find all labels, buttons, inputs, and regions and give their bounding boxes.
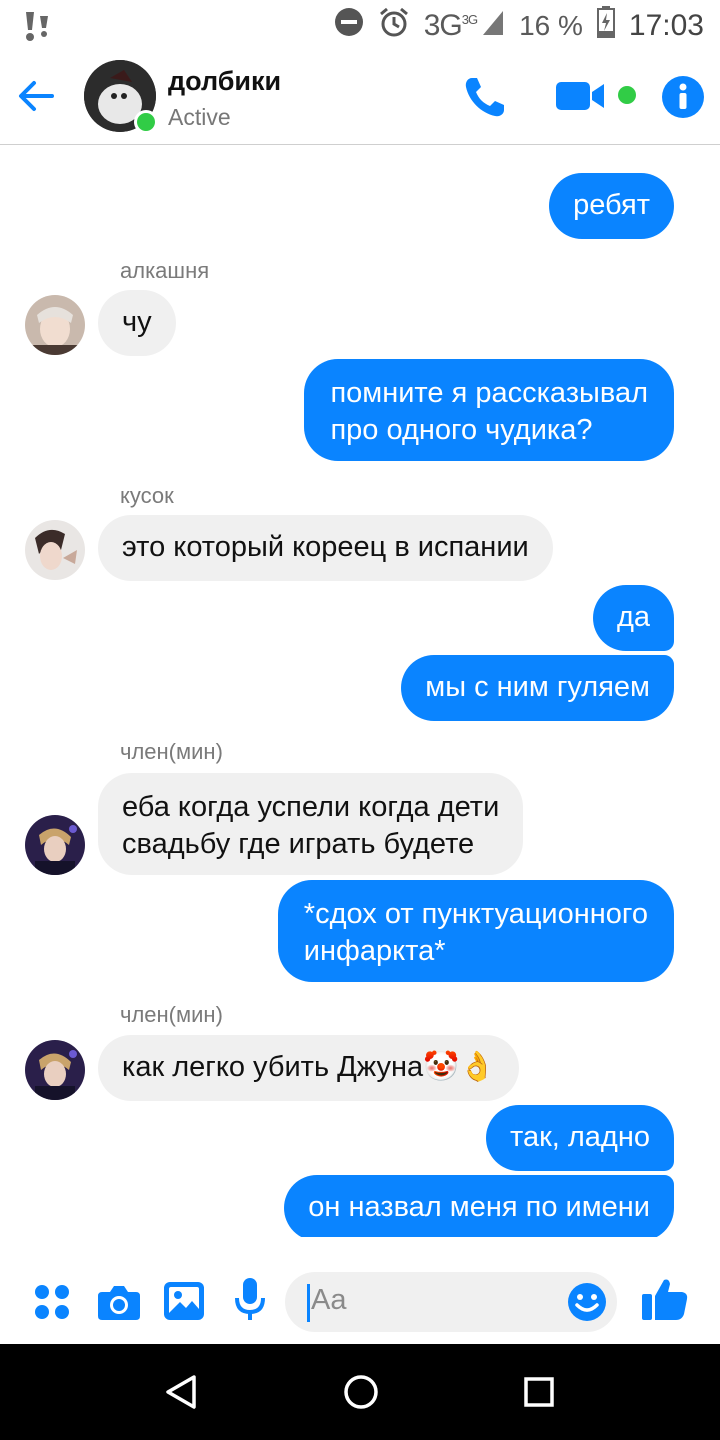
sender-name: алкашня	[120, 258, 210, 283]
gallery-icon[interactable]	[164, 1282, 204, 1325]
network-type: 3G3G	[423, 9, 478, 42]
battery-charging-icon	[596, 6, 615, 46]
phone-icon[interactable]	[462, 74, 508, 125]
conversation-title: долбики	[168, 66, 282, 96]
like-icon[interactable]	[642, 1276, 688, 1327]
do-not-disturb-icon	[334, 7, 364, 45]
incoming-message[interactable]: это который кореец в испании	[98, 515, 553, 581]
home-nav-icon[interactable]	[343, 1374, 379, 1415]
outgoing-message[interactable]: мы с ним гуляем	[401, 655, 674, 721]
outgoing-message[interactable]: так, ладно	[485, 1105, 674, 1171]
sender-name: кусок	[120, 483, 174, 508]
status-bar: 3G3G 16 % 17:03	[0, 0, 720, 52]
camera-icon[interactable]	[98, 1284, 140, 1325]
outgoing-message[interactable]: помните я рассказывал про одного чудика?	[304, 359, 674, 461]
info-icon[interactable]	[662, 76, 704, 123]
back-arrow-icon[interactable]	[16, 76, 56, 116]
alarm-icon	[378, 6, 410, 46]
emoji-icon[interactable]	[567, 1282, 607, 1327]
recents-nav-icon[interactable]	[524, 1377, 554, 1412]
incoming-message[interactable]: еба когда успели когда дети свадьбу где …	[98, 773, 524, 875]
outgoing-message[interactable]: да	[592, 585, 674, 651]
sender-name: член(мин)	[120, 739, 223, 764]
avatar[interactable]	[25, 520, 85, 580]
microphone-icon[interactable]	[234, 1278, 266, 1327]
outgoing-message[interactable]: *сдох от пунктуационного инфаркта*	[277, 880, 674, 982]
ok-hand-emoji: 👌	[459, 1051, 496, 1083]
incoming-message[interactable]: как легко убить Джуна🤡👌	[98, 1035, 520, 1101]
back-nav-icon[interactable]	[164, 1374, 198, 1415]
apps-icon[interactable]	[34, 1284, 70, 1325]
outgoing-message[interactable]: он назвал меня по имени	[284, 1175, 674, 1237]
battery-percent: 16 %	[519, 10, 583, 41]
avatar[interactable]	[25, 815, 85, 875]
outgoing-message[interactable]: ребят	[549, 173, 674, 239]
video-camera-icon[interactable]	[556, 80, 606, 117]
group-avatar[interactable]	[84, 60, 158, 134]
notification-icon	[20, 8, 54, 49]
text-caret	[307, 1284, 310, 1322]
avatar[interactable]	[25, 1040, 85, 1100]
navigation-bar	[0, 1344, 720, 1440]
message-input[interactable]: Aa	[285, 1272, 617, 1332]
incoming-message[interactable]: чу	[98, 290, 176, 356]
online-indicator	[134, 110, 158, 134]
message-input-placeholder: Aa	[311, 1284, 347, 1316]
clown-emoji: 🤡	[423, 1051, 460, 1083]
video-active-dot	[618, 86, 636, 109]
sender-name: член(мин)	[120, 1002, 223, 1027]
avatar[interactable]	[25, 295, 85, 355]
active-status: Active	[168, 104, 231, 130]
signal-icon	[481, 7, 505, 45]
conversation-header: долбики Active	[0, 52, 720, 145]
message-thread[interactable]: ребят алкашня чу помните я рассказывал п…	[0, 145, 720, 1237]
clock: 17:03	[628, 9, 704, 42]
composer-bar: Aa	[0, 1262, 720, 1344]
